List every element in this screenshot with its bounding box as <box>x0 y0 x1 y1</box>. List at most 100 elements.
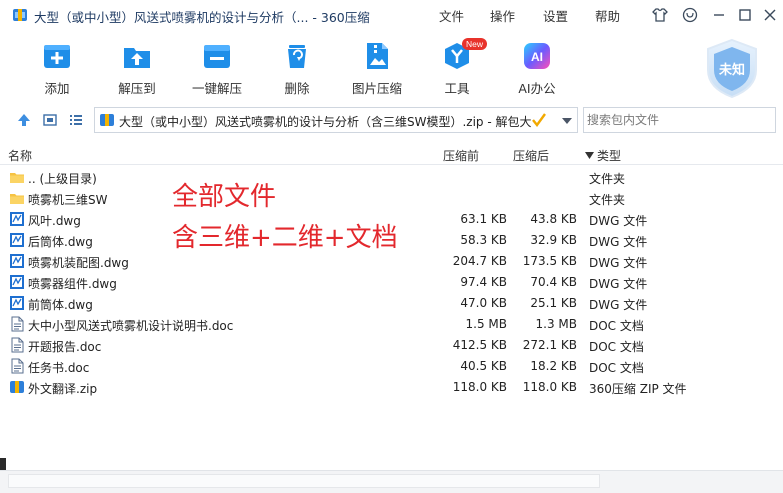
tools-button[interactable]: New 工具 <box>420 38 494 97</box>
menu-help[interactable]: 帮助 <box>595 6 620 25</box>
thumbnail-view-icon[interactable] <box>42 112 58 128</box>
column-type[interactable]: 类型 <box>585 147 621 164</box>
file-compressed-size: 32.9 KB <box>530 233 577 247</box>
list-view-icon[interactable] <box>68 112 84 128</box>
menu-file[interactable]: 文件 <box>439 6 464 25</box>
column-packed[interactable]: 压缩前 <box>443 147 479 164</box>
extract-to-icon <box>124 48 150 68</box>
file-row[interactable]: 前筒体.dwg 47.0 KB 25.1 KB DWG 文件 <box>0 293 783 314</box>
file-row[interactable]: .. (上级目录) 文件夹 <box>0 167 783 188</box>
column-type-label: 类型 <box>597 149 622 163</box>
zip-file-icon <box>10 381 24 393</box>
folder-icon <box>10 173 24 183</box>
status-bar <box>0 470 783 493</box>
folder-icon <box>10 194 24 204</box>
delete-button[interactable]: 删除 <box>260 40 334 97</box>
file-packed-size: 412.5 KB <box>452 338 507 352</box>
file-row[interactable]: 喷雾器组件.dwg 97.4 KB 70.4 KB DWG 文件 <box>0 272 783 293</box>
chevron-down-icon[interactable] <box>561 116 573 126</box>
maximize-icon[interactable] <box>736 6 754 24</box>
verified-check-icon <box>532 113 546 127</box>
file-name: .. (上级目录) <box>28 172 97 186</box>
dwg-file-icon <box>10 233 24 247</box>
file-type: DOC 文档 <box>589 361 644 375</box>
extract-to-button[interactable]: 解压到 <box>100 40 174 97</box>
file-type: 文件夹 <box>589 193 626 207</box>
file-type: 文件夹 <box>589 172 626 186</box>
app-logo-icon <box>13 9 27 21</box>
ai-office-icon: AI <box>524 43 550 69</box>
search-box[interactable] <box>583 107 776 133</box>
file-name: 外文翻译.zip <box>28 382 98 396</box>
dwg-file-icon <box>10 296 24 310</box>
column-name[interactable]: 名称 <box>8 147 32 164</box>
file-compressed-size: 43.8 KB <box>530 212 577 226</box>
security-shield-icon[interactable]: 未知 <box>700 36 764 100</box>
menu-operation[interactable]: 操作 <box>490 6 515 25</box>
path-bar: 大型（或中小型）风送式喷雾机的设计与分析（含三维SW模型）.zip - 解包大 <box>0 100 783 140</box>
add-label: 添加 <box>44 81 70 96</box>
up-level-icon[interactable] <box>16 112 32 128</box>
add-icon <box>44 45 70 68</box>
file-name: 前筒体.dwg <box>28 298 93 312</box>
ai-office-button[interactable]: AI AI办公 <box>500 40 574 97</box>
image-compress-button[interactable]: 图片压缩 <box>340 40 414 97</box>
file-name: 后筒体.dwg <box>28 235 93 249</box>
file-row[interactable]: 喷雾机三维SW 文件夹 <box>0 188 783 209</box>
file-compressed-size: 70.4 KB <box>530 275 577 289</box>
sort-desc-icon <box>585 152 594 159</box>
search-input[interactable] <box>584 108 770 132</box>
file-type: DOC 文档 <box>589 340 644 354</box>
file-row[interactable]: 大中小型风送式喷雾机设计说明书.doc 1.5 MB 1.3 MB DOC 文档 <box>0 314 783 335</box>
file-packed-size: 1.5 MB <box>465 317 507 331</box>
file-row[interactable]: 任务书.doc 40.5 KB 18.2 KB DOC 文档 <box>0 356 783 377</box>
window-title: 大型（或中小型）风送式喷雾机的设计与分析（... - 360压缩 <box>34 10 370 25</box>
path-box[interactable]: 大型（或中小型）风送式喷雾机的设计与分析（含三维SW模型）.zip - 解包大 <box>94 107 578 133</box>
toolbar: 添加 解压到 一键解压 删除 图片压缩 New 工具 AI AI办公 未知 <box>0 30 783 100</box>
file-compressed-size: 25.1 KB <box>530 296 577 310</box>
tools-label: 工具 <box>444 81 470 96</box>
file-name: 任务书.doc <box>28 361 90 375</box>
file-compressed-size: 173.5 KB <box>522 254 577 268</box>
add-button[interactable]: 添加 <box>20 40 94 97</box>
file-type: DWG 文件 <box>589 214 648 228</box>
dwg-file-icon <box>10 212 24 226</box>
archive-path: 大型（或中小型）风送式喷雾机的设计与分析（含三维SW模型）.zip - 解包大 <box>119 115 532 129</box>
menu-settings[interactable]: 设置 <box>543 6 568 25</box>
file-type: DOC 文档 <box>589 319 644 333</box>
file-name: 风叶.dwg <box>28 214 81 228</box>
file-row[interactable]: 开题报告.doc 412.5 KB 272.1 KB DOC 文档 <box>0 335 783 356</box>
new-badge: New <box>462 38 488 50</box>
one-click-extract-label: 一键解压 <box>191 81 242 96</box>
close-icon[interactable] <box>761 6 779 24</box>
extract-to-label: 解压到 <box>118 81 156 96</box>
dwg-file-icon <box>10 254 24 268</box>
file-type: DWG 文件 <box>589 235 648 249</box>
image-compress-icon <box>367 43 388 69</box>
file-type: 360压缩 ZIP 文件 <box>589 382 687 396</box>
file-type: DWG 文件 <box>589 298 648 312</box>
file-compressed-size: 18.2 KB <box>530 359 577 373</box>
file-packed-size: 118.0 KB <box>452 380 507 394</box>
file-row[interactable]: 外文翻译.zip 118.0 KB 118.0 KB 360压缩 ZIP 文件 <box>0 377 783 398</box>
doc-file-icon <box>11 358 24 374</box>
file-packed-size: 97.4 KB <box>460 275 507 289</box>
delete-label: 删除 <box>284 81 310 96</box>
file-name: 大中小型风送式喷雾机设计说明书.doc <box>28 319 234 333</box>
feedback-icon[interactable] <box>681 6 699 24</box>
one-click-extract-button[interactable]: 一键解压 <box>180 40 254 97</box>
image-compress-label: 图片压缩 <box>351 81 402 96</box>
file-row[interactable]: 喷雾机装配图.dwg 204.7 KB 173.5 KB DWG 文件 <box>0 251 783 272</box>
file-compressed-size: 118.0 KB <box>522 380 577 394</box>
ai-icon-text: AI <box>531 50 543 64</box>
one-click-extract-icon <box>204 45 230 68</box>
minimize-icon[interactable] <box>710 6 728 24</box>
file-list-header: 名称 压缩前 压缩后 类型 <box>0 143 783 165</box>
shield-label: 未知 <box>718 62 745 78</box>
file-compressed-size: 272.1 KB <box>522 338 577 352</box>
file-packed-size: 204.7 KB <box>452 254 507 268</box>
column-size[interactable]: 压缩后 <box>513 147 549 164</box>
skin-icon[interactable] <box>651 6 669 24</box>
horizontal-scrollbar[interactable] <box>8 474 600 488</box>
delete-icon <box>288 45 306 68</box>
